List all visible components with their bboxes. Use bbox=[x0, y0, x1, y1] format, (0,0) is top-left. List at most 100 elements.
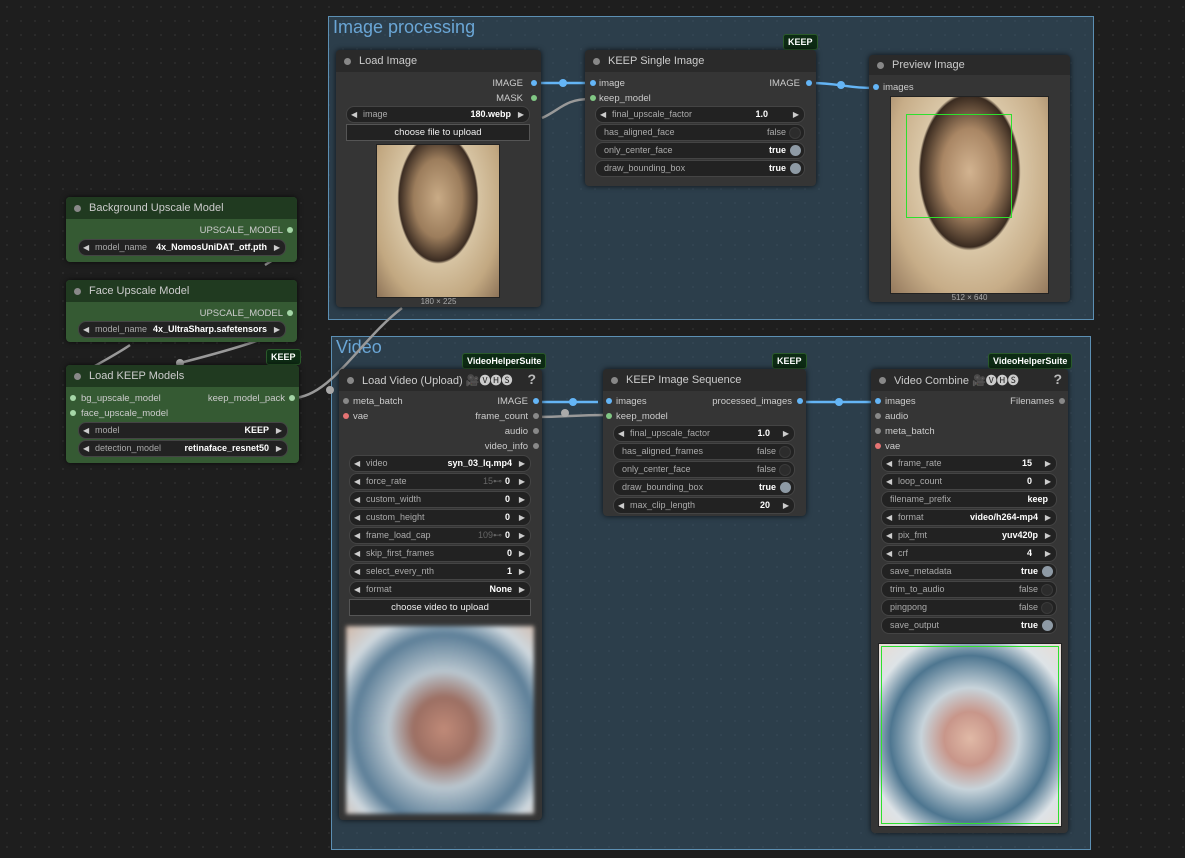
output-upscale-model-socket[interactable] bbox=[287, 310, 293, 316]
model-name-combo[interactable]: ◀ model_name 4x_UltraSharp.safetensors ▶ bbox=[78, 321, 286, 338]
frame-load-cap-widget[interactable]: ◀ frame_load_cap 109⊷ 0 ▶ bbox=[349, 527, 531, 544]
keep-single-image-node[interactable]: KEEP Single Image image keep_model IMAGE… bbox=[585, 50, 816, 186]
node-header[interactable]: Preview Image bbox=[869, 55, 1070, 75]
input-face-socket[interactable] bbox=[70, 410, 76, 416]
node-header[interactable]: Face Upscale Model bbox=[66, 280, 297, 302]
arrow-right-icon[interactable]: ▶ bbox=[518, 107, 524, 122]
arrow-right-icon[interactable]: ▶ bbox=[274, 240, 280, 255]
toggle-knob[interactable] bbox=[779, 445, 791, 458]
input-images-socket[interactable] bbox=[873, 84, 879, 90]
input-audio-socket[interactable] bbox=[875, 413, 881, 419]
only-center-face-toggle[interactable]: only_center_face false bbox=[613, 461, 795, 478]
arrow-left-icon[interactable]: ◀ bbox=[354, 528, 360, 543]
arrow-left-icon[interactable]: ◀ bbox=[618, 498, 624, 513]
model-combo[interactable]: ◀ model KEEP ▶ bbox=[78, 422, 288, 439]
arrow-right-icon[interactable]: ▶ bbox=[783, 426, 789, 441]
arrow-left-icon[interactable]: ◀ bbox=[886, 474, 892, 489]
input-images-socket[interactable] bbox=[606, 398, 612, 404]
input-image-socket[interactable] bbox=[590, 80, 596, 86]
custom-width-widget[interactable]: ◀ custom_width 0 ▶ bbox=[349, 491, 531, 508]
toggle-knob[interactable] bbox=[790, 163, 801, 174]
arrow-right-icon[interactable]: ▶ bbox=[519, 474, 525, 489]
detection-model-combo[interactable]: ◀ detection_model retinaface_resnet50 ▶ bbox=[78, 440, 288, 457]
filename-prefix-input[interactable]: filename_prefix keep bbox=[881, 491, 1057, 508]
load-video-node[interactable]: Load Video (Upload) 🎥🅥🅗🅢? meta_batch vae… bbox=[339, 369, 542, 820]
output-frame-count-socket[interactable] bbox=[533, 413, 539, 419]
arrow-right-icon[interactable]: ▶ bbox=[793, 107, 799, 122]
model-name-combo[interactable]: ◀ model_name 4x_NomosUniDAT_otf.pth ▶ bbox=[78, 239, 286, 256]
arrow-right-icon[interactable]: ▶ bbox=[1045, 474, 1051, 489]
output-audio-socket[interactable] bbox=[533, 428, 539, 434]
load-keep-models-node[interactable]: Load KEEP Models bg_upscale_model face_u… bbox=[66, 365, 299, 463]
input-meta-socket[interactable] bbox=[875, 428, 881, 434]
video-combo[interactable]: ◀ video syn_03_lq.mp4 ▶ bbox=[349, 455, 531, 472]
save-metadata-toggle[interactable]: save_metadata true bbox=[881, 563, 1057, 580]
output-image-socket[interactable] bbox=[806, 80, 812, 86]
node-header[interactable]: KEEP Image Sequence bbox=[603, 369, 806, 391]
save-output-toggle[interactable]: save_output true bbox=[881, 617, 1057, 634]
image-combo[interactable]: ◀ image 180.webp ▶ bbox=[346, 106, 530, 123]
arrow-left-icon[interactable]: ◀ bbox=[354, 582, 360, 597]
loop-count-widget[interactable]: ◀ loop_count 0 ▶ bbox=[881, 473, 1057, 490]
collapse-dot[interactable] bbox=[593, 57, 600, 65]
custom-height-widget[interactable]: ◀ custom_height 0 ▶ bbox=[349, 509, 531, 526]
help-icon[interactable]: ? bbox=[527, 371, 536, 387]
background-upscale-model-node[interactable]: Background Upscale Model UPSCALE_MODEL ◀… bbox=[66, 197, 297, 262]
draw-bounding-box-toggle[interactable]: draw_bounding_box true bbox=[613, 479, 795, 496]
arrow-right-icon[interactable]: ▶ bbox=[1045, 510, 1051, 525]
toggle-knob[interactable] bbox=[1042, 620, 1053, 631]
collapse-dot[interactable] bbox=[74, 287, 81, 295]
arrow-left-icon[interactable]: ◀ bbox=[354, 564, 360, 579]
arrow-left-icon[interactable]: ◀ bbox=[886, 546, 892, 561]
arrow-right-icon[interactable]: ▶ bbox=[1045, 456, 1051, 471]
arrow-right-icon[interactable]: ▶ bbox=[519, 528, 525, 543]
input-meta-socket[interactable] bbox=[343, 398, 349, 404]
node-header[interactable]: Video Combine 🎥🅥🅗🅢? bbox=[871, 369, 1068, 391]
arrow-right-icon[interactable]: ▶ bbox=[519, 582, 525, 597]
choose-video-button[interactable]: choose video to upload bbox=[349, 599, 531, 616]
max-clip-length-widget[interactable]: ◀ max_clip_length 20 ▶ bbox=[613, 497, 795, 514]
toggle-knob[interactable] bbox=[779, 463, 791, 476]
arrow-right-icon[interactable]: ▶ bbox=[274, 322, 280, 337]
collapse-dot[interactable] bbox=[74, 204, 81, 212]
node-header[interactable]: Load Image bbox=[336, 50, 541, 72]
input-bg-socket[interactable] bbox=[70, 395, 76, 401]
preview-image-node[interactable]: Preview Image images 512 × 640 bbox=[869, 55, 1070, 302]
arrow-right-icon[interactable]: ▶ bbox=[276, 423, 282, 438]
input-vae-socket[interactable] bbox=[875, 443, 881, 449]
arrow-left-icon[interactable]: ◀ bbox=[354, 474, 360, 489]
arrow-left-icon[interactable]: ◀ bbox=[354, 546, 360, 561]
node-header[interactable]: KEEP Single Image bbox=[585, 50, 816, 72]
arrow-left-icon[interactable]: ◀ bbox=[886, 510, 892, 525]
has-aligned-frames-toggle[interactable]: has_aligned_frames false bbox=[613, 443, 795, 460]
input-model-socket[interactable] bbox=[606, 413, 612, 419]
toggle-knob[interactable] bbox=[1041, 601, 1053, 614]
arrow-left-icon[interactable]: ◀ bbox=[354, 492, 360, 507]
collapse-dot[interactable] bbox=[344, 57, 351, 65]
collapse-dot[interactable] bbox=[877, 61, 884, 69]
choose-file-button[interactable]: choose file to upload bbox=[346, 124, 530, 141]
arrow-left-icon[interactable]: ◀ bbox=[83, 240, 89, 255]
load-image-node[interactable]: Load Image IMAGE MASK ◀ image 180.webp ▶ ch… bbox=[336, 50, 541, 307]
video-combine-node[interactable]: Video Combine 🎥🅥🅗🅢? images audio meta_ba… bbox=[871, 369, 1068, 833]
node-header[interactable]: Background Upscale Model bbox=[66, 197, 297, 219]
output-pack-socket[interactable] bbox=[289, 395, 295, 401]
force-rate-widget[interactable]: ◀ force_rate 15⊷ 0 ▶ bbox=[349, 473, 531, 490]
output-image-socket[interactable] bbox=[531, 80, 537, 86]
output-video-info-socket[interactable] bbox=[533, 443, 539, 449]
toggle-knob[interactable] bbox=[1042, 566, 1053, 577]
pix-fmt-combo[interactable]: ◀ pix_fmt yuv420p ▶ bbox=[881, 527, 1057, 544]
collapse-dot[interactable] bbox=[879, 376, 886, 384]
collapse-dot[interactable] bbox=[611, 376, 618, 384]
arrow-left-icon[interactable]: ◀ bbox=[83, 423, 89, 438]
output-mask-socket[interactable] bbox=[531, 95, 537, 101]
arrow-left-icon[interactable]: ◀ bbox=[354, 456, 360, 471]
collapse-dot[interactable] bbox=[74, 372, 81, 380]
toggle-knob[interactable] bbox=[1041, 583, 1053, 596]
arrow-right-icon[interactable]: ▶ bbox=[519, 564, 525, 579]
arrow-right-icon[interactable]: ▶ bbox=[519, 456, 525, 471]
node-header[interactable]: Load Video (Upload) 🎥🅥🅗🅢? bbox=[339, 369, 542, 391]
output-image-socket[interactable] bbox=[533, 398, 539, 404]
arrow-left-icon[interactable]: ◀ bbox=[886, 456, 892, 471]
only-center-face-toggle[interactable]: only_center_face true bbox=[595, 142, 805, 159]
